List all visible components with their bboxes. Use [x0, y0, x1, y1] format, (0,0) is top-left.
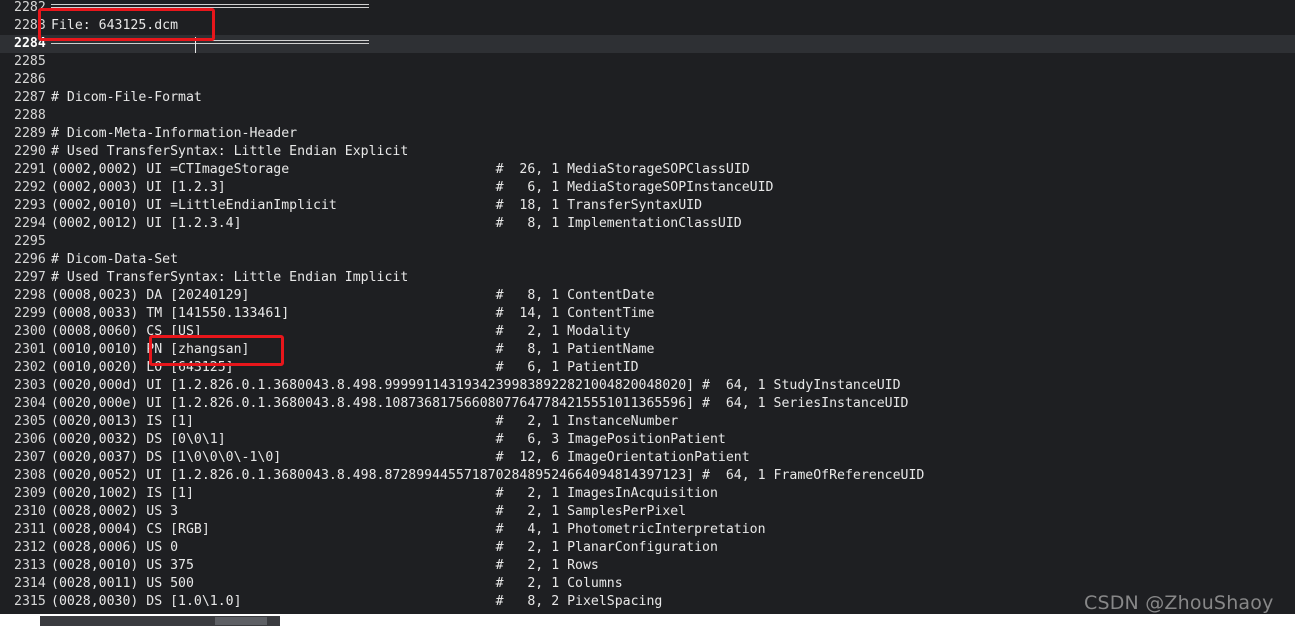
line-number: 2299 — [14, 306, 46, 321]
code-line[interactable]: 2307 (0020,0037) DS [1\0\0\0\-1\0] # 12, … — [0, 449, 1295, 467]
line-number: 2311 — [14, 522, 46, 537]
code-text: (0028,0002) US 3 # 2, 1 SamplesPerPixel — [51, 504, 687, 519]
code-line[interactable]: 2310 (0028,0002) US 3 # 2, 1 SamplesPerPi… — [0, 503, 1295, 521]
line-number: 2307 — [14, 450, 46, 465]
line-number: 2291 — [14, 162, 46, 177]
scrollbar-thumb[interactable] — [215, 617, 267, 625]
code-text: (0010,0010) PN [zhangsan] # 8, 1 Patient… — [51, 342, 655, 357]
line-number: 2286 — [14, 72, 46, 87]
code-text: (0028,0006) US 0 # 2, 1 PlanarConfigurat… — [51, 540, 718, 555]
line-number: 2290 — [14, 144, 46, 159]
line-number: 2300 — [14, 324, 46, 339]
code-line[interactable]: 2285 — [0, 53, 1295, 71]
line-number: 2314 — [14, 576, 46, 591]
code-line[interactable]: 2295 — [0, 233, 1295, 251]
line-number: 2304 — [14, 396, 46, 411]
code-text: (0002,0002) UI =CTImageStorage # 26, 1 M… — [51, 162, 750, 177]
line-number: 2306 — [14, 432, 46, 447]
line-number: 2293 — [14, 198, 46, 213]
code-text: # Used TransferSyntax: Little Endian Exp… — [51, 144, 409, 159]
code-line[interactable]: 2309 (0020,1002) IS [1] # 2, 1 ImagesInAc… — [0, 485, 1295, 503]
line-number: 2313 — [14, 558, 46, 573]
code-line[interactable]: 2308 (0020,0052) UI [1.2.826.0.1.3680043.… — [0, 467, 1295, 485]
line-number: 2296 — [14, 252, 46, 267]
line-number: 2315 — [14, 594, 46, 609]
editor-lines[interactable]: 2282 2283 File: 643125.dcm 2284 2285 2286 2287… — [0, 0, 1295, 611]
code-text: # Dicom-Data-Set — [51, 252, 179, 267]
code-line[interactable]: 2298 (0008,0023) DA [20240129] # 8, 1 Con… — [0, 287, 1295, 305]
code-text: (0020,1002) IS [1] # 2, 1 ImagesInAcquis… — [51, 486, 718, 501]
code-line[interactable]: 2288 — [0, 107, 1295, 125]
line-number: 2297 — [14, 270, 46, 285]
code-text: (0028,0010) US 375 # 2, 1 Rows — [51, 558, 599, 573]
code-line[interactable]: 2303 (0020,000d) UI [1.2.826.0.1.3680043.… — [0, 377, 1295, 395]
line-number: 2308 — [14, 468, 46, 483]
code-text: (0008,0023) DA [20240129] # 8, 1 Content… — [51, 288, 655, 303]
line-number: 2285 — [14, 54, 46, 69]
line-number: 2310 — [14, 504, 46, 519]
code-line[interactable]: 2299 (0008,0033) TM [141550.133461] # 14,… — [0, 305, 1295, 323]
code-line[interactable]: 2292 (0002,0003) UI [1.2.3] # 6, 1 MediaS… — [0, 179, 1295, 197]
code-text: (0002,0003) UI [1.2.3] # 6, 1 MediaStora… — [51, 180, 774, 195]
code-text: # Used TransferSyntax: Little Endian Imp… — [51, 270, 409, 285]
code-text: (0002,0012) UI [1.2.3.4] # 8, 1 Implemen… — [51, 216, 742, 231]
line-number: 2288 — [14, 108, 46, 123]
annotation-box-file — [38, 8, 215, 41]
code-line[interactable]: 2294 (0002,0012) UI [1.2.3.4] # 8, 1 Impl… — [0, 215, 1295, 233]
line-number: 2287 — [14, 90, 46, 105]
code-line[interactable]: 2296 # Dicom-Data-Set — [0, 251, 1295, 269]
annotation-box-patient-name — [149, 335, 284, 366]
line-number: 2301 — [14, 342, 46, 357]
code-line[interactable]: 2290 # Used TransferSyntax: Little Endian… — [0, 143, 1295, 161]
code-line[interactable]: 2311 (0028,0004) CS [RGB] # 4, 1 Photomet… — [0, 521, 1295, 539]
code-line[interactable]: 2293 (0002,0010) UI =LittleEndianImplicit… — [0, 197, 1295, 215]
code-line[interactable]: 2305 (0020,0013) IS [1] # 2, 1 InstanceNu… — [0, 413, 1295, 431]
code-line[interactable]: 2312 (0028,0006) US 0 # 2, 1 PlanarConfig… — [0, 539, 1295, 557]
code-line[interactable]: 2306 (0020,0032) DS [0\0\1] # 6, 3 ImageP… — [0, 431, 1295, 449]
code-line[interactable]: 2287 # Dicom-File-Format — [0, 89, 1295, 107]
code-text: (0002,0010) UI =LittleEndianImplicit # 1… — [51, 198, 703, 213]
line-number: 2292 — [14, 180, 46, 195]
code-text: (0028,0011) US 500 # 2, 1 Columns — [51, 576, 623, 591]
code-text: (0020,000d) UI [1.2.826.0.1.3680043.8.49… — [51, 378, 901, 393]
code-line[interactable]: 2289 # Dicom-Meta-Information-Header — [0, 125, 1295, 143]
line-number: 2289 — [14, 126, 46, 141]
code-text: (0020,0013) IS [1] # 2, 1 InstanceNumber — [51, 414, 679, 429]
code-text: # Dicom-Meta-Information-Header — [51, 126, 298, 141]
code-text: (0028,0030) DS [1.0\1.0] # 8, 2 PixelSpa… — [51, 594, 663, 609]
code-text: (0008,0033) TM [141550.133461] # 14, 1 C… — [51, 306, 655, 321]
line-number: 2298 — [14, 288, 46, 303]
code-text: (0008,0060) CS [US] # 2, 1 Modality — [51, 324, 631, 339]
code-text: (0020,000e) UI [1.2.826.0.1.3680043.8.49… — [51, 396, 909, 411]
line-number: 2305 — [14, 414, 46, 429]
code-line[interactable]: 2313 (0028,0010) US 375 # 2, 1 Rows — [0, 557, 1295, 575]
line-number: 2302 — [14, 360, 46, 375]
line-number: 2294 — [14, 216, 46, 231]
code-text: (0020,0037) DS [1\0\0\0\-1\0] # 12, 6 Im… — [51, 450, 750, 465]
line-number: 2312 — [14, 540, 46, 555]
code-text: (0020,0032) DS [0\0\1] # 6, 3 ImagePosit… — [51, 432, 726, 447]
code-text: # Dicom-File-Format — [51, 90, 202, 105]
line-number: 2309 — [14, 486, 46, 501]
code-line[interactable]: 2297 # Used TransferSyntax: Little Endian… — [0, 269, 1295, 287]
watermark: CSDN @ZhouShaoy — [1084, 592, 1274, 614]
code-line[interactable]: 2291 (0002,0002) UI =CTImageStorage # 26,… — [0, 161, 1295, 179]
text-editor[interactable]: 2282 2283 File: 643125.dcm 2284 2285 2286 2287… — [0, 0, 1295, 614]
code-text: (0020,0052) UI [1.2.826.0.1.3680043.8.49… — [51, 468, 925, 483]
code-line[interactable]: 2304 (0020,000e) UI [1.2.826.0.1.3680043.… — [0, 395, 1295, 413]
code-line[interactable]: 2286 — [0, 71, 1295, 89]
code-text: (0028,0004) CS [RGB] # 4, 1 PhotometricI… — [51, 522, 766, 537]
code-text: (0010,0020) LO [643125] # 6, 1 PatientID — [51, 360, 639, 375]
code-line[interactable]: 2314 (0028,0011) US 500 # 2, 1 Columns — [0, 575, 1295, 593]
line-number: 2303 — [14, 378, 46, 393]
line-number: 2295 — [14, 234, 46, 249]
